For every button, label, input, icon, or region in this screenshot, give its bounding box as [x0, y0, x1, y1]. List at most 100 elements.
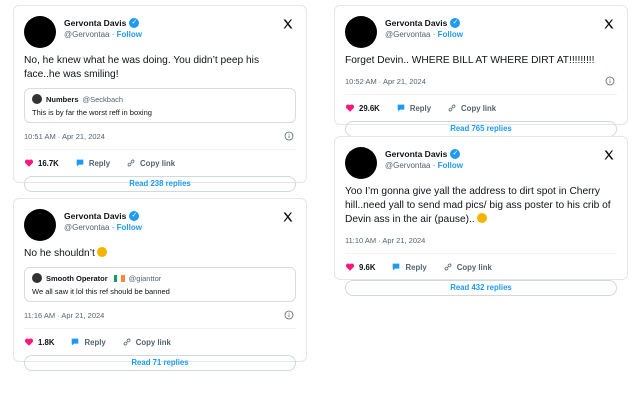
reply-bubble-icon: [72, 338, 79, 346]
info-icon[interactable]: [284, 131, 294, 141]
copy-link-button[interactable]: Copy link: [126, 158, 175, 168]
tweet-timestamp-row: 10:51 AM · Apr 21, 2024: [24, 131, 296, 142]
quote-author-name: Numbers: [46, 94, 79, 104]
avatar[interactable]: [345, 16, 377, 48]
quote-author-handle: @Seckbach: [82, 94, 124, 104]
verified-badge-icon: ✓: [450, 149, 461, 159]
tweet-header: Gervonta Davis ✓ @Gervontaa · Follow: [345, 16, 617, 48]
divider: [345, 253, 617, 254]
read-replies-button[interactable]: Read 765 replies: [345, 121, 617, 137]
verified-badge-icon: ✓: [129, 18, 140, 28]
reply-button[interactable]: Reply: [396, 103, 431, 113]
x-logo-icon[interactable]: [603, 149, 615, 161]
follow-button[interactable]: Follow: [117, 223, 142, 232]
quoted-tweet[interactable]: Smooth Operator @gianttor We all saw it …: [24, 267, 296, 302]
avatar[interactable]: [24, 209, 56, 241]
author-handle[interactable]: @Gervontaa: [64, 30, 109, 39]
link-icon: [123, 338, 131, 346]
tweet-timestamp-row: 11:16 AM · Apr 21, 2024: [24, 310, 296, 321]
reply-button[interactable]: Reply: [75, 158, 110, 168]
avatar[interactable]: [345, 147, 377, 179]
divider: [24, 149, 296, 150]
quote-text: This is by far the worst reff in boxing: [32, 108, 152, 117]
read-replies-button[interactable]: Read 71 replies: [24, 355, 296, 371]
quoted-tweet[interactable]: Numbers @Seckbach This is by far the wor…: [24, 88, 296, 123]
tweet-timestamp[interactable]: 10:52 AM · Apr 21, 2024: [345, 77, 426, 86]
follow-button[interactable]: Follow: [438, 30, 463, 39]
quote-author-handle: @gianttor: [128, 273, 162, 283]
verified-badge-icon: ✓: [450, 18, 461, 28]
tweet-timestamp[interactable]: 10:51 AM · Apr 21, 2024: [24, 132, 105, 141]
link-icon: [448, 104, 456, 112]
tweet-text: Yoo I’m gonna give yall the address to d…: [345, 185, 617, 227]
flag-icon: [113, 274, 125, 282]
follow-button[interactable]: Follow: [438, 161, 463, 170]
tweet-text-content: No he shouldn’t: [24, 248, 95, 259]
avatar[interactable]: [24, 16, 56, 48]
tweet-card[interactable]: Gervonta Davis ✓ @Gervontaa · Follow For…: [334, 5, 628, 137]
reply-label: Reply: [405, 262, 427, 272]
author-handle[interactable]: @Gervontaa: [385, 30, 430, 39]
tweet-card[interactable]: Gervonta Davis ✓ @Gervontaa · Follow No …: [13, 198, 307, 371]
quote-text: We all saw it lol this ref should be ban…: [32, 287, 170, 296]
tweet-text: No he shouldn’t: [24, 247, 296, 261]
x-logo-icon[interactable]: [603, 18, 615, 30]
tweet-timestamp[interactable]: 11:16 AM · Apr 21, 2024: [24, 311, 104, 320]
tweet-card[interactable]: Gervonta Davis ✓ @Gervontaa · Follow Yoo…: [334, 136, 628, 296]
divider: [345, 94, 617, 95]
author-name[interactable]: Gervonta Davis: [385, 18, 447, 28]
link-icon: [127, 159, 135, 167]
follow-button[interactable]: Follow: [117, 30, 142, 39]
info-icon[interactable]: [284, 310, 294, 320]
x-logo-icon[interactable]: [282, 211, 294, 223]
action-bar: 1.8K Reply Copy link: [24, 336, 296, 348]
reply-bubble-icon: [76, 159, 84, 167]
like-button[interactable]: 1.8K: [24, 337, 54, 347]
read-replies-button[interactable]: Read 238 replies: [24, 176, 296, 192]
tweet-text: No, he knew what he was doing. You didn’…: [24, 55, 260, 80]
tweet-timestamp-row: 10:52 AM · Apr 21, 2024: [345, 76, 617, 87]
like-count: 9.6K: [359, 262, 376, 272]
copy-link-label: Copy link: [140, 158, 176, 168]
tweet-timestamp-row: 11:10 AM · Apr 21, 2024: [345, 235, 617, 246]
author-name[interactable]: Gervonta Davis: [64, 211, 126, 221]
tweet-card[interactable]: Gervonta Davis ✓ @Gervontaa · Follow No,…: [13, 5, 307, 192]
tweet-text: Forget Devin.. WHERE BILL AT WHERE DIRT …: [345, 55, 595, 66]
tweet-timestamp[interactable]: 11:10 AM · Apr 21, 2024: [345, 236, 425, 245]
heart-icon: [24, 338, 34, 346]
heart-icon: [24, 159, 34, 167]
x-logo-icon[interactable]: [282, 18, 294, 30]
tweet-header: Gervonta Davis ✓ @Gervontaa · Follow: [24, 16, 296, 48]
action-bar: 29.6K Reply Copy link: [345, 102, 617, 114]
copy-link-button[interactable]: Copy link: [122, 337, 171, 347]
copy-link-button[interactable]: Copy link: [447, 103, 496, 113]
divider: [24, 328, 296, 329]
info-icon[interactable]: [605, 76, 615, 86]
reply-bubble-icon: [393, 263, 400, 271]
emoji-icon: [96, 247, 107, 257]
reply-label: Reply: [84, 337, 106, 347]
like-button[interactable]: 29.6K: [345, 103, 380, 113]
tweet-header: Gervonta Davis ✓ @Gervontaa · Follow: [24, 209, 296, 241]
reply-label: Reply: [409, 103, 432, 113]
copy-link-button[interactable]: Copy link: [443, 262, 492, 272]
copy-link-label: Copy link: [461, 103, 497, 113]
action-bar: 16.7K Reply Copy link: [24, 157, 296, 169]
reply-button[interactable]: Reply: [391, 262, 427, 272]
quote-author-name: Smooth Operator: [46, 273, 108, 283]
quote-avatar: [32, 273, 42, 283]
emoji-icon: [476, 213, 487, 223]
author-name[interactable]: Gervonta Davis: [64, 18, 126, 28]
like-count: 1.8K: [38, 337, 55, 347]
like-button[interactable]: 16.7K: [24, 158, 59, 168]
author-name[interactable]: Gervonta Davis: [385, 149, 447, 159]
reply-button[interactable]: Reply: [70, 337, 106, 347]
like-button[interactable]: 9.6K: [345, 262, 375, 272]
author-handle[interactable]: @Gervontaa: [385, 161, 430, 170]
copy-link-label: Copy link: [135, 337, 171, 347]
read-replies-button[interactable]: Read 432 replies: [345, 280, 617, 296]
author-handle[interactable]: @Gervontaa: [64, 223, 109, 232]
link-icon: [444, 263, 452, 271]
heart-icon: [345, 263, 355, 271]
action-bar: 9.6K Reply Copy link: [345, 261, 617, 273]
